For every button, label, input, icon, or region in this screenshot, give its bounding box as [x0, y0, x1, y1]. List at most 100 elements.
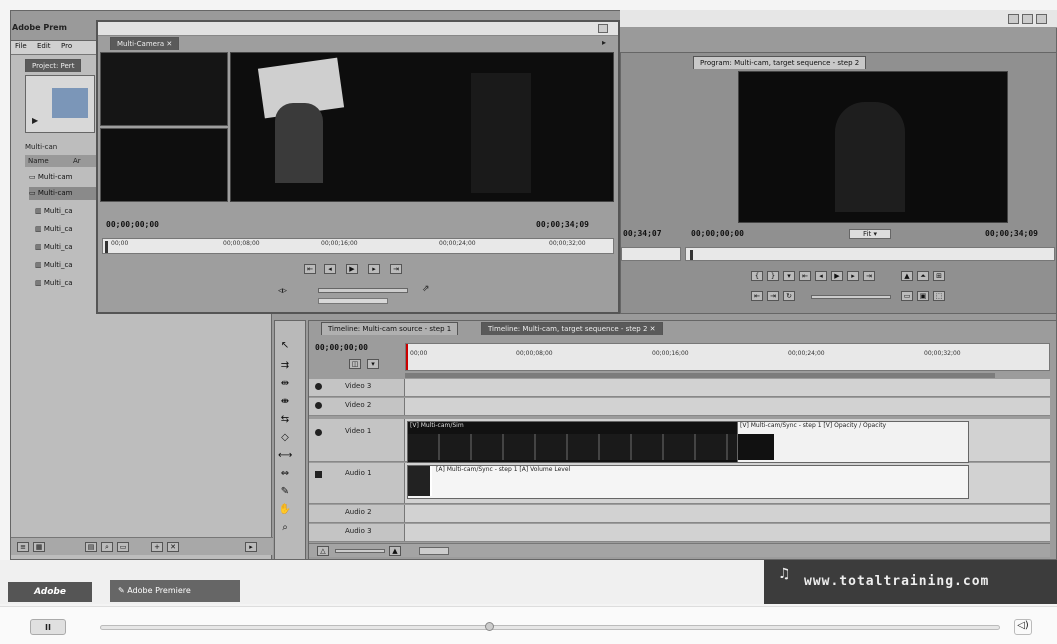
set-marker-icon[interactable]: ▾ — [783, 271, 795, 281]
track-select-icon[interactable]: ⇉ — [278, 359, 292, 373]
loop-icon[interactable]: ↻ — [783, 291, 795, 301]
left-timecode[interactable]: 00;34;07 — [623, 229, 662, 238]
mc-shuttle-slider[interactable] — [318, 288, 408, 293]
program-ruler[interactable] — [685, 247, 1055, 261]
step-back-icon[interactable]: ◂ — [815, 271, 827, 281]
fit-select[interactable]: Fit ▾ — [849, 229, 891, 239]
camera-2-preview[interactable] — [100, 128, 228, 202]
volume-icon[interactable]: ◁) — [1014, 619, 1032, 635]
ruler-tick: 00;00 — [410, 350, 428, 357]
tab-timeline-source[interactable]: Timeline: Multi-cam source - step 1 — [321, 322, 459, 335]
timeline-ruler[interactable]: 00;00 00;00;08;00 00;00;16;00 00;00;24;0… — [405, 343, 1050, 371]
multicam-playhead-icon[interactable] — [105, 241, 108, 253]
mark-in-icon[interactable]: { — [751, 271, 763, 281]
delete-icon[interactable]: ✕ — [167, 542, 179, 552]
play-button-icon[interactable]: ▶ — [831, 271, 843, 281]
seek-handle[interactable] — [485, 622, 494, 631]
mc-goto-out-icon[interactable]: ⇥ — [390, 264, 402, 274]
new-bin-icon[interactable]: ▭ — [117, 542, 129, 552]
eye-icon[interactable] — [315, 383, 322, 390]
menu-file[interactable]: File — [15, 41, 27, 52]
video-clip-tail[interactable]: [V] Multi-cam/Sync - step 1 [V] Opacity … — [737, 421, 969, 463]
slide-icon[interactable]: ⇔ — [278, 467, 292, 481]
jog-slider[interactable] — [811, 295, 891, 299]
tab-multicam[interactable]: Multi-Camera ✕ — [110, 37, 180, 50]
zoom-slider[interactable] — [335, 549, 385, 553]
export-frame-icon[interactable]: ⬚ — [933, 291, 945, 301]
eye-icon[interactable] — [315, 402, 322, 409]
trim-icon[interactable]: ⊞ — [933, 271, 945, 281]
razor-icon[interactable]: ◇ — [278, 431, 292, 445]
automate-icon[interactable]: ▤ — [85, 542, 97, 552]
multicam-timecode-in[interactable]: 00;00;00;00 — [106, 220, 159, 229]
start-button[interactable]: Adobe — [8, 582, 92, 602]
maximize-icon[interactable] — [1022, 14, 1033, 24]
snap-icon[interactable]: ◫ — [349, 359, 361, 369]
ripple-edit-icon[interactable]: ⇹ — [278, 377, 292, 391]
work-area-bar[interactable] — [405, 373, 995, 378]
goto-in-icon[interactable]: ⇤ — [799, 271, 811, 281]
hand-icon[interactable]: ✋ — [278, 503, 292, 517]
output-icon[interactable]: ▭ — [901, 291, 913, 301]
zoom-icon[interactable]: ⌕ — [278, 521, 292, 535]
goto-out-icon[interactable]: ⇥ — [863, 271, 875, 281]
speaker-icon[interactable] — [315, 471, 322, 478]
multicam-timecode-out[interactable]: 00;00;34;09 — [536, 220, 589, 229]
mc-jog-wheel[interactable] — [318, 298, 388, 304]
tab-timeline-target[interactable]: Timeline: Multi-cam, target sequence - s… — [481, 322, 663, 335]
mc-play-icon[interactable]: ▶ — [346, 264, 358, 274]
mark-out-icon[interactable]: } — [767, 271, 779, 281]
playhead-icon[interactable] — [690, 250, 693, 260]
video-clip[interactable]: [V] Multi-cam/Sim — [407, 421, 739, 463]
timeline-playhead-icon[interactable] — [406, 344, 408, 370]
col-ar[interactable]: Ar — [73, 155, 81, 167]
mc-step-forward-icon[interactable]: ▸ — [368, 264, 380, 274]
mc-shuttle-left-icon[interactable]: ◃▹ — [278, 286, 287, 296]
close-icon[interactable] — [1036, 14, 1047, 24]
new-item-icon[interactable]: + — [151, 542, 163, 552]
zoom-out-icon[interactable]: △ — [317, 546, 329, 556]
tab-project[interactable]: Project: Pert — [25, 59, 82, 72]
slip-icon[interactable]: ⟷ — [278, 449, 292, 463]
eye-icon[interactable] — [315, 429, 322, 436]
panel-scroll-icon[interactable]: ▸ — [245, 542, 257, 552]
camera-1-preview[interactable] — [100, 52, 228, 126]
mc-step-back-icon[interactable]: ◂ — [324, 264, 336, 274]
list-view-icon[interactable]: ≡ — [17, 542, 29, 552]
program-timecode-out[interactable]: 00;00;34;09 — [985, 229, 1038, 238]
zoom-in-icon[interactable]: ▲ — [389, 546, 401, 556]
menu-project[interactable]: Pro — [61, 41, 72, 52]
extract-icon[interactable]: ⏶ — [917, 271, 929, 281]
project-list-header: Name Ar — [25, 155, 105, 167]
mc-goto-in-icon[interactable]: ⇤ — [304, 264, 316, 274]
program-timecode-in[interactable]: 00;00;00;00 — [691, 229, 744, 238]
col-name[interactable]: Name — [28, 155, 49, 167]
next-edit-icon[interactable]: ⇥ — [767, 291, 779, 301]
pen-icon[interactable]: ✎ — [278, 485, 292, 499]
audio-clip[interactable]: [A] Multi-cam/Sync - step 1 [A] Volume L… — [407, 465, 969, 499]
lift-icon[interactable]: ▲ — [901, 271, 913, 281]
timeline-timecode[interactable]: 00;00;00;00 — [315, 343, 368, 352]
prev-edit-icon[interactable]: ⇤ — [751, 291, 763, 301]
menu-edit[interactable]: Edit — [37, 41, 51, 52]
project-top-item[interactable]: Multi-can — [25, 141, 105, 153]
rolling-edit-icon[interactable]: ⇼ — [278, 395, 292, 409]
step-forward-icon[interactable]: ▸ — [847, 271, 859, 281]
mc-record-icon[interactable]: ⇗ — [422, 284, 430, 294]
window-close-icon[interactable] — [598, 24, 608, 33]
horizontal-scrollbar[interactable] — [419, 547, 449, 555]
minimize-icon[interactable] — [1008, 14, 1019, 24]
taskbar-item-premiere[interactable]: ✎ Adobe Premiere — [110, 580, 240, 602]
icon-view-icon[interactable]: ▦ — [33, 542, 45, 552]
tab-program[interactable]: Program: Multi-cam, target sequence - st… — [693, 56, 867, 69]
panel-menu-icon[interactable]: ▸ — [602, 38, 606, 47]
selection-tool-icon[interactable]: ↖ — [278, 339, 292, 353]
seek-bar[interactable] — [100, 622, 1000, 631]
find-icon[interactable]: ⌕ — [101, 542, 113, 552]
play-pause-button[interactable]: II — [30, 619, 66, 635]
multicam-ruler[interactable]: 00;00 00;00;08;00 00;00;16;00 00;00;24;0… — [102, 238, 614, 254]
play-icon[interactable]: ▶ — [32, 116, 38, 125]
safe-margins-icon[interactable]: ▣ — [917, 291, 929, 301]
set-marker-timeline-icon[interactable]: ▾ — [367, 359, 379, 369]
rate-stretch-icon[interactable]: ⇆ — [278, 413, 292, 427]
